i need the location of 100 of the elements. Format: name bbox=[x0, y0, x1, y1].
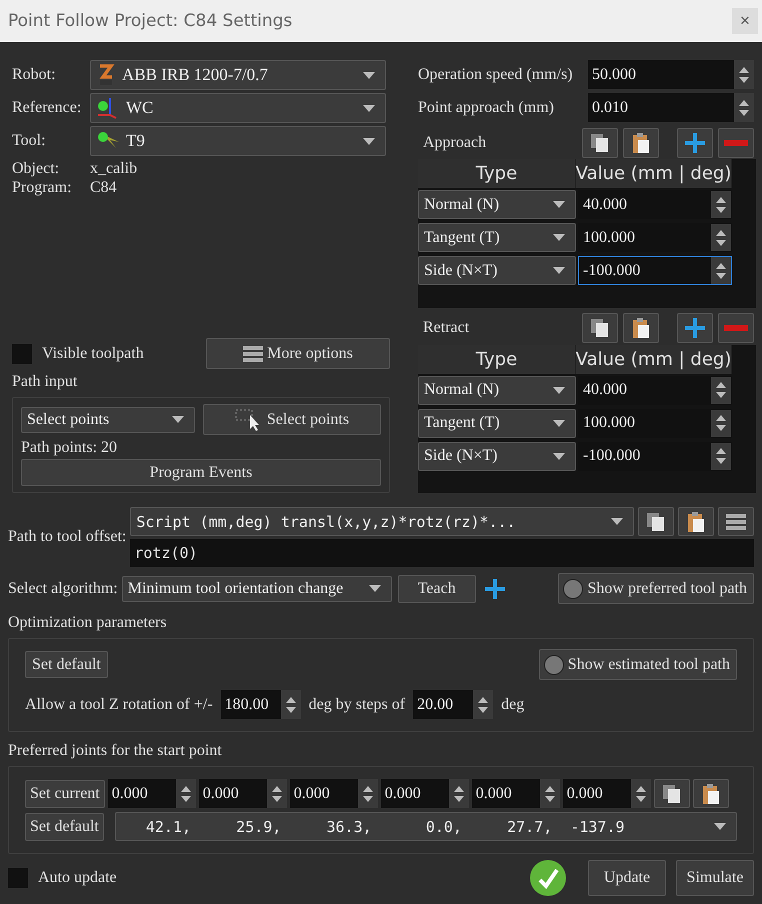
column-header: Type bbox=[418, 159, 576, 188]
copy-button[interactable] bbox=[582, 313, 618, 343]
number-field[interactable]: 180.00 bbox=[220, 690, 301, 719]
info-value: x_calib bbox=[90, 159, 138, 178]
spin-arrows[interactable] bbox=[358, 779, 378, 808]
spin-arrows[interactable] bbox=[266, 779, 287, 808]
menu-icon bbox=[726, 514, 746, 530]
action-button[interactable]: Update bbox=[588, 860, 666, 896]
paste-button[interactable] bbox=[692, 779, 729, 808]
type-dropdown[interactable]: Normal (N) bbox=[418, 376, 576, 404]
type-dropdown[interactable]: Tangent (T) bbox=[418, 223, 576, 252]
type-dropdown[interactable]: Side (N×T) bbox=[418, 442, 576, 470]
spin-arrows[interactable] bbox=[734, 60, 754, 89]
spin-arrows[interactable] bbox=[711, 410, 731, 436]
checkbox-label: Visible toolpath bbox=[42, 344, 144, 362]
caret-icon bbox=[714, 823, 726, 830]
menu-icon bbox=[243, 346, 264, 362]
section-label: Optimization parameters bbox=[8, 614, 168, 632]
paste-button[interactable] bbox=[623, 313, 659, 343]
select-points-button[interactable]: Select points bbox=[203, 404, 381, 435]
caret-icon bbox=[553, 267, 565, 274]
unit-label: deg bbox=[501, 696, 524, 714]
number-field[interactable]: -100.000 bbox=[578, 256, 732, 285]
info-value: C84 bbox=[90, 178, 118, 197]
set-default-button[interactable]: Set default bbox=[25, 812, 104, 840]
add-button[interactable] bbox=[677, 128, 713, 158]
type-dropdown[interactable]: Normal (N) bbox=[418, 190, 576, 219]
spin-arrows[interactable] bbox=[711, 257, 731, 284]
spin-arrows[interactable] bbox=[448, 779, 469, 808]
copy-button[interactable] bbox=[638, 507, 674, 536]
number-field[interactable]: 0.000 bbox=[198, 779, 287, 808]
spin-arrows[interactable] bbox=[734, 93, 754, 122]
more-options-button[interactable]: More options bbox=[206, 338, 390, 369]
field-label: Select algorithm: bbox=[8, 580, 118, 598]
copy-button[interactable] bbox=[582, 128, 618, 158]
info-label: Object: bbox=[12, 159, 60, 178]
menu-button[interactable] bbox=[718, 507, 754, 536]
spin-arrows[interactable] bbox=[711, 224, 731, 251]
section-label: Preferred joints for the start point bbox=[8, 742, 223, 760]
checkbox[interactable] bbox=[12, 344, 32, 364]
caret-icon bbox=[363, 72, 375, 78]
field-label: deg by steps of bbox=[308, 696, 406, 714]
teach-button[interactable]: Teach bbox=[398, 574, 476, 602]
offset-input[interactable]: rotz(0) bbox=[130, 539, 754, 567]
set-current-button[interactable]: Set current bbox=[25, 780, 105, 808]
field-label: Point approach (mm) bbox=[418, 98, 555, 116]
number-field[interactable]: 0.000 bbox=[380, 779, 469, 808]
spin-arrows[interactable] bbox=[711, 191, 731, 218]
number-field[interactable]: 0.010 bbox=[588, 93, 754, 122]
field-label: Tool: bbox=[12, 132, 47, 150]
add-button[interactable] bbox=[677, 313, 713, 343]
joints-dropdown[interactable]: 42.1, 25.9, 36.3, 0.0, 27.7, -137.9 bbox=[114, 812, 737, 841]
mode-dropdown[interactable]: Select points bbox=[21, 406, 195, 432]
spin-arrows[interactable] bbox=[280, 690, 301, 719]
caret-icon bbox=[553, 201, 565, 208]
close-button[interactable]: × bbox=[732, 8, 758, 34]
radio-button[interactable]: Show estimated tool path bbox=[538, 649, 737, 680]
type-dropdown[interactable]: Side (N×T) bbox=[418, 256, 576, 285]
paste-button[interactable] bbox=[623, 128, 659, 158]
column-header: Type bbox=[418, 344, 576, 374]
plus-icon bbox=[484, 578, 506, 600]
clipboard-icon bbox=[632, 317, 650, 339]
action-button[interactable]: Simulate bbox=[676, 860, 754, 896]
dropdown[interactable]: T9 bbox=[90, 126, 386, 156]
number-field[interactable]: 0.000 bbox=[290, 779, 378, 808]
path-points-text: Path points: 20 bbox=[21, 439, 118, 457]
caret-icon bbox=[553, 234, 565, 241]
spin-arrows[interactable] bbox=[540, 779, 560, 808]
dropdown[interactable]: ABB IRB 1200-7/0.7 bbox=[90, 60, 386, 90]
algorithm-dropdown[interactable]: Minimum tool orientation change bbox=[122, 576, 392, 602]
number-field[interactable]: 0.000 bbox=[472, 779, 560, 808]
script-dropdown[interactable]: Script (mm,deg) transl(x,y,z)*rotz(rz)*... bbox=[130, 507, 634, 536]
set-default-button[interactable]: Set default bbox=[25, 651, 108, 678]
program-events-button[interactable]: Program Events bbox=[21, 459, 381, 486]
number-field[interactable]: 20.00 bbox=[413, 690, 494, 719]
spin-arrows[interactable] bbox=[711, 376, 731, 404]
spin-arrows[interactable] bbox=[630, 779, 651, 808]
spin-arrows[interactable] bbox=[473, 690, 494, 719]
section-label: Path input bbox=[12, 373, 78, 391]
dropdown[interactable]: WC bbox=[90, 93, 386, 123]
caret-icon bbox=[553, 386, 565, 394]
paste-button[interactable] bbox=[678, 507, 714, 536]
spin-arrows[interactable] bbox=[711, 442, 731, 470]
plus-icon bbox=[684, 132, 706, 154]
number-field[interactable]: 0.000 bbox=[562, 779, 651, 808]
field-label: Operation speed (mm/s) bbox=[418, 66, 574, 84]
caret-icon bbox=[363, 104, 375, 112]
number-field[interactable]: 50.000 bbox=[588, 60, 754, 89]
field-label: Robot: bbox=[12, 66, 57, 84]
type-dropdown[interactable]: Tangent (T) bbox=[418, 408, 576, 438]
radio-button[interactable]: Show preferred tool path bbox=[558, 573, 754, 604]
number-field[interactable]: 0.000 bbox=[108, 779, 196, 808]
copy-button[interactable] bbox=[654, 779, 690, 808]
minus-icon bbox=[724, 138, 748, 146]
spin-arrows[interactable] bbox=[176, 779, 196, 808]
column-header: Value (mm | deg) bbox=[576, 344, 732, 374]
clipboard-icon bbox=[632, 132, 650, 154]
field-label: Reference: bbox=[12, 99, 82, 117]
minus-icon bbox=[724, 324, 748, 332]
checkbox[interactable] bbox=[8, 868, 28, 888]
